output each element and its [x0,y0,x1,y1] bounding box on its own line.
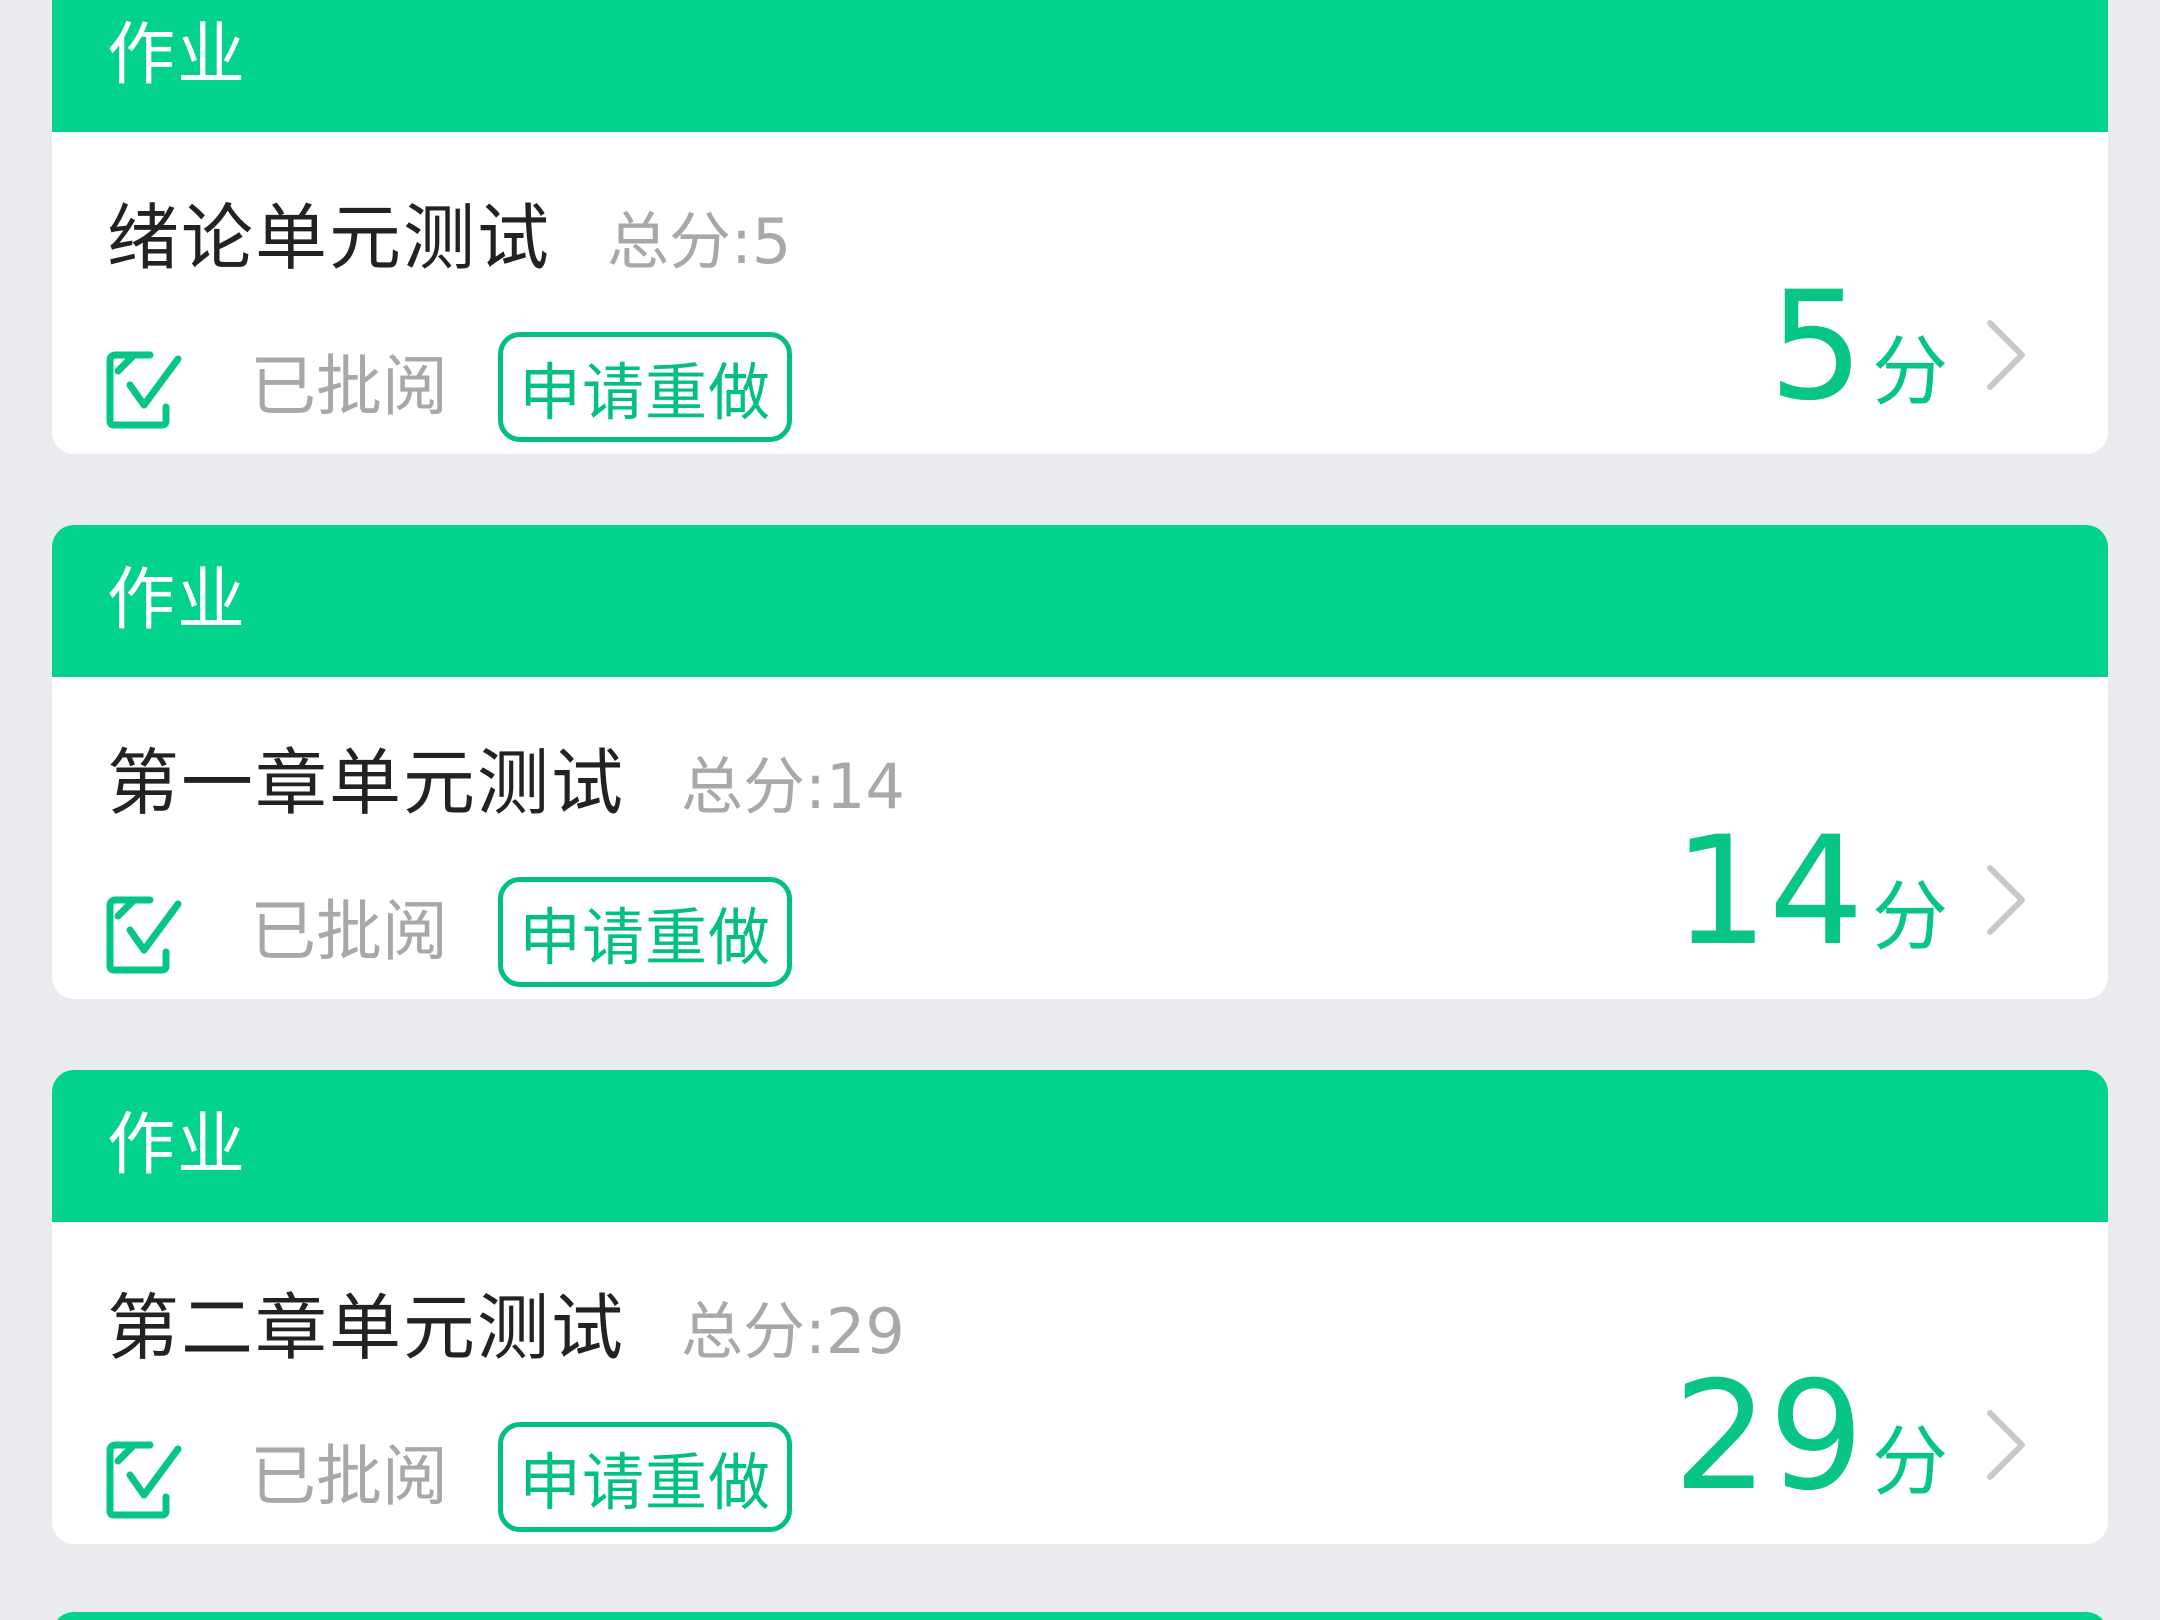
card-body: 第二章单元测试 总分:29 已批阅 申请重做 29 分 [52,1222,2108,1544]
card-header: 作业 [52,1070,2108,1222]
title-row: 第一章单元测试 总分:14 [107,747,905,819]
card-header: 作业 [52,0,2108,132]
score-unit: 分 [1872,327,1948,416]
chevron-right-icon[interactable] [1984,1407,2028,1483]
total-score-label: 总分:29 [681,1295,905,1368]
assignment-card[interactable]: 作业 第二章单元测试 总分:29 已批阅 申请重做 29 分 [52,1070,2108,1544]
review-status: 已批阅 [250,893,448,970]
score-display: 5 分 [1769,272,1948,422]
status-row: 已批阅 申请重做 [104,877,793,987]
reviewed-check-icon [106,351,182,429]
card-body: 第一章单元测试 总分:14 已批阅 申请重做 14 分 [52,677,2108,999]
score-value: 14 [1673,805,1864,979]
status-row: 已批阅 申请重做 [104,332,793,442]
assignment-card[interactable]: 作业 第一章单元测试 总分:14 已批阅 申请重做 14 分 [52,525,2108,999]
card-type-label: 作业 [107,16,248,95]
score-unit: 分 [1872,1417,1948,1506]
assignment-list: 作业 绪论单元测试 总分:5 已批阅 申请重做 5 分 作业 第一章单元测试 总… [0,0,2160,1620]
score-unit: 分 [1872,872,1948,961]
total-score-label: 总分:5 [607,205,792,278]
card-type-label: 作业 [107,1106,248,1185]
review-status: 已批阅 [250,1438,448,1515]
score-display: 29 分 [1673,1362,1948,1512]
card-body: 绪论单元测试 总分:5 已批阅 申请重做 5 分 [52,132,2108,454]
assignment-title: 第二章单元测试 [107,1286,626,1370]
card-type-label: 作业 [107,561,248,640]
assignment-title: 绪论单元测试 [107,196,552,280]
score-value: 5 [1768,260,1864,434]
next-card-header-edge [52,1612,2108,1620]
title-row: 绪论单元测试 总分:5 [107,202,791,274]
request-redo-button[interactable]: 申请重做 [498,877,793,987]
card-header: 作业 [52,525,2108,677]
reviewed-check-icon [106,896,182,974]
score-value: 29 [1673,1350,1864,1524]
status-row: 已批阅 申请重做 [104,1422,793,1532]
total-score-label: 总分:14 [681,750,905,823]
score-display: 14 分 [1673,817,1948,967]
request-redo-button[interactable]: 申请重做 [498,332,793,442]
chevron-right-icon[interactable] [1984,317,2028,393]
title-row: 第二章单元测试 总分:29 [107,1292,905,1364]
chevron-right-icon[interactable] [1984,862,2028,938]
request-redo-button[interactable]: 申请重做 [498,1422,793,1532]
assignment-title: 第一章单元测试 [107,741,626,825]
reviewed-check-icon [106,1441,182,1519]
review-status: 已批阅 [250,348,448,425]
assignment-card[interactable]: 作业 绪论单元测试 总分:5 已批阅 申请重做 5 分 [52,0,2108,454]
